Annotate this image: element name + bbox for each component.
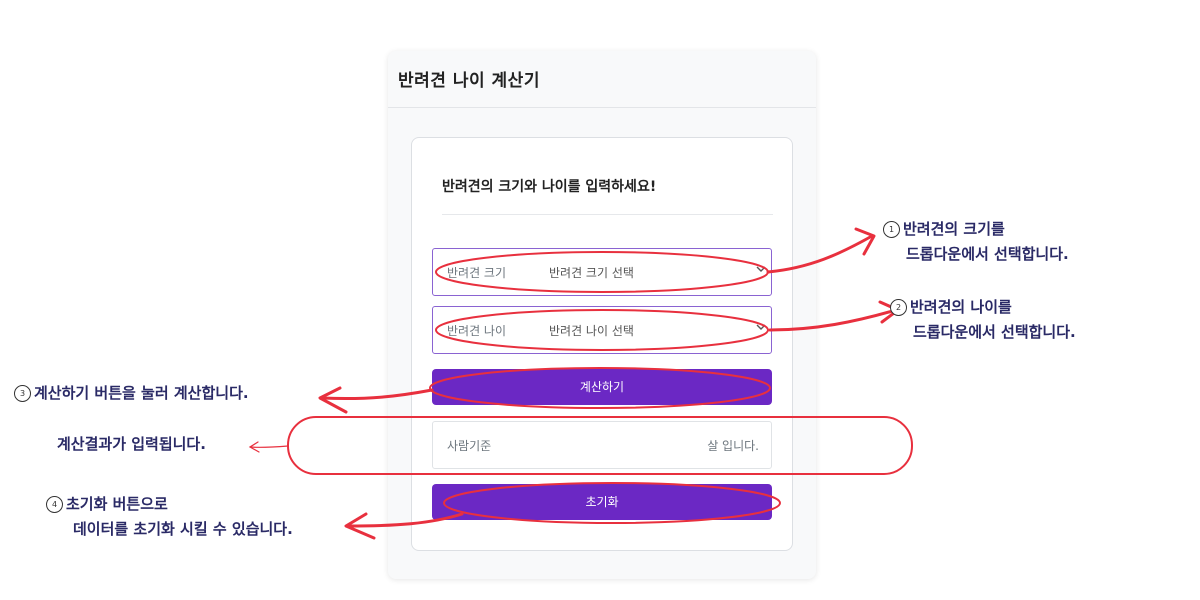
- reset-button[interactable]: 초기화: [432, 484, 772, 520]
- annotation-note-2: 2 반려견의 나이를: [890, 296, 1012, 318]
- arrow-head-result: [248, 441, 260, 453]
- annotation-note-result: 계산결과가 입력됩니다.: [57, 435, 206, 453]
- annotation-note-1: 1 반려견의 크기를: [883, 218, 1005, 240]
- form-card: 반려견의 크기와 나이를 입력하세요! 반려견 크기 반려견 크기 선택 반려견…: [411, 137, 793, 551]
- result-field: 사람기준 살 입니다.: [432, 421, 772, 469]
- arrow-head-4: [344, 512, 376, 540]
- step-number-badge: 4: [46, 496, 63, 513]
- annotation-note-4b: 데이터를 초기화 시킬 수 있습니다.: [73, 520, 293, 538]
- chevron-down-icon: [756, 266, 766, 272]
- age-select-label: 반려견 나이: [447, 324, 507, 338]
- note-4-line-1: 초기화 버튼으로: [66, 495, 168, 513]
- size-select-value: 반려견 크기 선택: [549, 266, 634, 280]
- step-number-badge: 1: [883, 221, 900, 238]
- arrow-head-3: [318, 386, 348, 414]
- size-select-label: 반려견 크기: [447, 266, 507, 280]
- annotation-note-4: 4 초기화 버튼으로: [46, 493, 168, 515]
- result-prefix: 사람기준: [447, 439, 492, 453]
- annotation-note-1b: 드롭다운에서 선택합니다.: [906, 245, 1069, 263]
- result-suffix: 살 입니다.: [707, 439, 759, 453]
- step-number-badge: 3: [14, 385, 31, 402]
- app-title: 반려견 나이 계산기: [398, 71, 540, 91]
- step-number-badge: 2: [890, 299, 907, 316]
- form-divider: [442, 214, 773, 215]
- arrow-head-1: [854, 227, 876, 256]
- annotation-note-3: 3 계산하기 버튼을 눌러 계산합니다.: [14, 382, 249, 404]
- chevron-down-icon: [756, 324, 766, 330]
- note-3-line-1: 계산하기 버튼을 눌러 계산합니다.: [34, 384, 249, 402]
- note-2-line-1: 반려견의 나이를: [910, 298, 1012, 316]
- age-select[interactable]: 반려견 나이 반려견 나이 선택: [432, 306, 772, 354]
- card-header: 반려견 나이 계산기: [388, 51, 816, 108]
- calculate-button[interactable]: 계산하기: [432, 369, 772, 405]
- size-select[interactable]: 반려견 크기 반려견 크기 선택: [432, 248, 772, 296]
- age-select-value: 반려견 나이 선택: [549, 324, 634, 338]
- arrow-to-result-note: [249, 445, 289, 449]
- calculator-card: 반려견 나이 계산기 반려견의 크기와 나이를 입력하세요! 반려견 크기 반려…: [388, 51, 816, 579]
- note-1-line-1: 반려견의 크기를: [903, 220, 1005, 238]
- annotation-note-2b: 드롭다운에서 선택합니다.: [913, 323, 1076, 341]
- form-heading: 반려견의 크기와 나이를 입력하세요!: [442, 179, 657, 195]
